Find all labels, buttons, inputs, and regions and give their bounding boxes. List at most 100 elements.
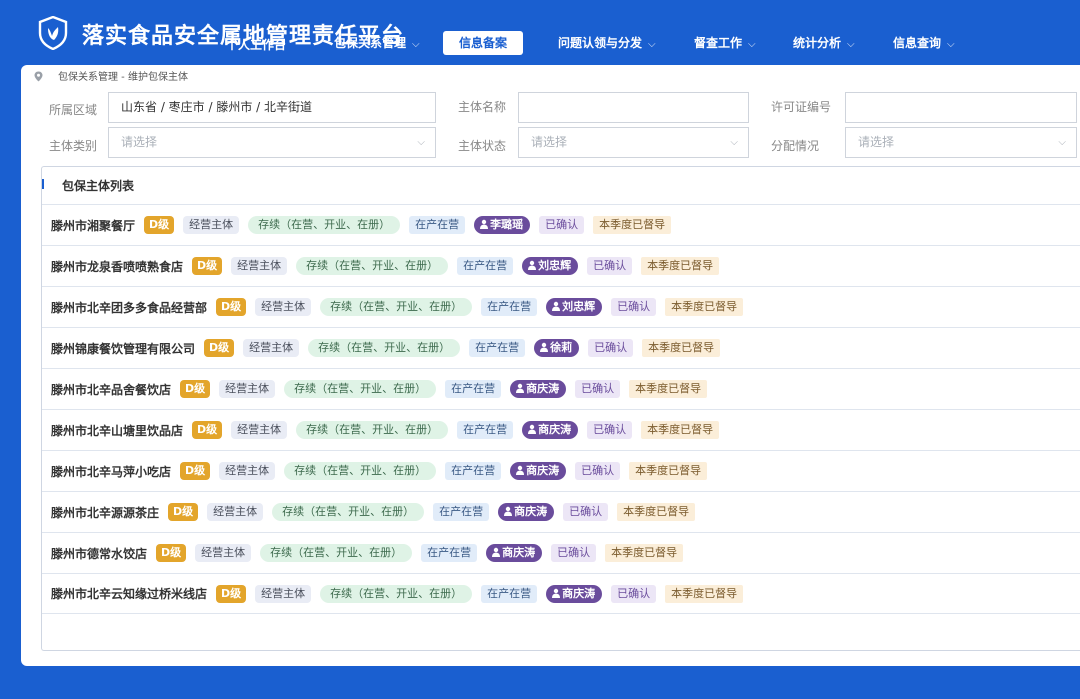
user-icon — [540, 342, 549, 352]
license-number-input[interactable] — [845, 92, 1077, 123]
responsible-person-tag: 商庆涛 — [486, 544, 543, 562]
entity-type-label: 主体类别 — [49, 139, 98, 153]
risk-level-badge: D级 — [180, 462, 211, 480]
entity-name[interactable]: 滕州锦康餐饮管理有限公司 — [51, 340, 195, 357]
risk-level-badge: D级 — [156, 544, 187, 562]
breadcrumb-text: 包保关系管理 - 维护包保主体 — [58, 72, 188, 83]
risk-level-badge: D级 — [204, 339, 235, 357]
chevron-down-icon: ⌵ — [412, 39, 420, 50]
list-item[interactable]: 滕州市德常水饺店 D级 经营主体 存续（在营、开业、在册） 在产在营 商庆涛 已… — [42, 532, 1080, 573]
confirm-status-tag: 已确认 — [575, 380, 621, 398]
entity-type-tag: 经营主体 — [207, 503, 264, 521]
region-label: 所属区域 — [49, 103, 98, 117]
entity-name[interactable]: 滕州市湘聚餐厅 — [51, 217, 135, 234]
entity-name[interactable]: 滕州市北辛团多多食品经营部 — [51, 299, 207, 316]
entity-name[interactable]: 滕州市北辛马萍小吃店 — [51, 463, 171, 480]
nav-item-baobao-relation[interactable]: 包保关系管理 ⌵ — [334, 31, 420, 55]
user-icon — [516, 465, 525, 475]
user-icon — [528, 260, 537, 270]
quarter-supervision-tag: 本季度已督导 — [641, 421, 720, 439]
responsible-person-tag: 商庆涛 — [510, 380, 567, 398]
location-pin-icon — [34, 71, 43, 82]
person-name: 李璐瑶 — [490, 218, 524, 231]
region-cascader[interactable]: 山东省 / 枣庄市 / 滕州市 / 北辛街道 — [108, 92, 436, 123]
responsible-person-tag: 商庆涛 — [498, 503, 555, 521]
list-item[interactable]: 滕州市北辛马萍小吃店 D级 经营主体 存续（在营、开业、在册） 在产在营 商庆涛… — [42, 450, 1080, 491]
entity-type-tag: 经营主体 — [231, 421, 288, 439]
entity-name[interactable]: 滕州市北辛山塘里饮品店 — [51, 422, 183, 439]
production-status-tag: 在产在营 — [481, 298, 538, 316]
entity-status-placeholder: 请选择 — [531, 135, 568, 149]
list-item[interactable]: 滕州市湘聚餐厅 D级 经营主体 存续（在营、开业、在册） 在产在营 李璐瑶 已确… — [42, 204, 1080, 245]
list-item[interactable]: 滕州市龙泉香喷喷熟食店 D级 经营主体 存续（在营、开业、在册） 在产在营 刘忠… — [42, 245, 1080, 286]
confirm-status-tag: 已确认 — [551, 544, 597, 562]
production-status-tag: 在产在营 — [445, 462, 502, 480]
shield-logo-icon — [38, 16, 68, 50]
list-item[interactable]: 滕州市北辛团多多食品经营部 D级 经营主体 存续（在营、开业、在册） 在产在营 … — [42, 286, 1080, 327]
entity-list: 滕州市湘聚餐厅 D级 经营主体 存续（在营、开业、在册） 在产在营 李璐瑶 已确… — [42, 204, 1080, 614]
chevron-down-icon: ⌵ — [648, 39, 656, 50]
assignment-label: 分配情况 — [771, 139, 820, 153]
nav-item-inspection[interactable]: 督查工作 ⌵ — [694, 31, 756, 55]
nav-item-info-filing[interactable]: 信息备案 — [443, 31, 524, 55]
nav-item-issue-claim[interactable]: 问题认领与分发 ⌵ — [558, 31, 656, 55]
confirm-status-tag: 已确认 — [588, 339, 634, 357]
business-status-tag: 存续（在营、开业、在册） — [284, 462, 437, 480]
entity-type-tag: 经营主体 — [243, 339, 300, 357]
list-item[interactable]: 滕州市北辛云知缘过桥米线店 D级 经营主体 存续（在营、开业、在册） 在产在营 … — [42, 573, 1080, 614]
assignment-select[interactable]: 请选择 ⌵ — [845, 127, 1077, 158]
production-status-tag: 在产在营 — [445, 380, 502, 398]
list-item[interactable]: 滕州市北辛源源茶庄 D级 经营主体 存续（在营、开业、在册） 在产在营 商庆涛 … — [42, 491, 1080, 532]
risk-level-badge: D级 — [192, 421, 223, 439]
business-status-tag: 存续（在营、开业、在册） — [248, 216, 401, 234]
confirm-status-tag: 已确认 — [611, 584, 657, 603]
user-icon — [504, 506, 513, 516]
list-item[interactable]: 滕州市北辛山塘里饮品店 D级 经营主体 存续（在营、开业、在册） 在产在营 商庆… — [42, 409, 1080, 450]
list-item[interactable]: 滕州锦康餐饮管理有限公司 D级 经营主体 存续（在营、开业、在册） 在产在营 徐… — [42, 327, 1080, 368]
responsible-person-tag: 李璐瑶 — [474, 216, 531, 234]
entity-list-card: 包保主体列表 滕州市湘聚餐厅 D级 经营主体 存续（在营、开业、在册） 在产在营… — [41, 166, 1080, 651]
business-status-tag: 存续（在营、开业、在册） — [260, 544, 413, 562]
user-icon — [528, 424, 537, 434]
quarter-supervision-tag: 本季度已督导 — [605, 544, 684, 562]
chevron-down-icon: ⌵ — [730, 137, 738, 148]
person-name: 商庆涛 — [526, 382, 560, 395]
entity-type-tag: 经营主体 — [255, 298, 312, 316]
quarter-supervision-tag: 本季度已督导 — [665, 584, 744, 603]
entity-name[interactable]: 滕州市北辛云知缘过桥米线店 — [51, 585, 207, 602]
nav-item-info-query[interactable]: 信息查询 ⌵ — [893, 31, 955, 55]
business-status-tag: 存续（在营、开业、在册） — [284, 380, 437, 398]
user-icon — [480, 219, 489, 229]
quarter-supervision-tag: 本季度已督导 — [593, 216, 672, 234]
production-status-tag: 在产在营 — [433, 503, 490, 521]
person-name: 刘忠辉 — [538, 259, 572, 272]
entity-status-label: 主体状态 — [458, 139, 507, 153]
entity-type-select[interactable]: 请选择 ⌵ — [108, 127, 436, 158]
nav-label: 信息查询 — [893, 36, 942, 50]
entity-name[interactable]: 滕州市北辛源源茶庄 — [51, 504, 159, 521]
nav-item-personal-workspace[interactable]: 个人工作台 — [226, 36, 286, 53]
entity-name-input[interactable] — [518, 92, 749, 123]
list-item[interactable]: 滕州市北辛品舍餐饮店 D级 经营主体 存续（在营、开业、在册） 在产在营 商庆涛… — [42, 368, 1080, 409]
entity-name[interactable]: 滕州市北辛品舍餐饮店 — [51, 381, 171, 398]
entity-name[interactable]: 滕州市龙泉香喷喷熟食店 — [51, 258, 183, 275]
confirm-status-tag: 已确认 — [587, 421, 633, 439]
chevron-down-icon: ⌵ — [1058, 137, 1066, 148]
production-status-tag: 在产在营 — [457, 257, 514, 275]
nav-item-statistics[interactable]: 统计分析 ⌵ — [793, 31, 855, 55]
risk-level-badge: D级 — [192, 257, 223, 275]
license-number-label: 许可证编号 — [771, 100, 832, 114]
risk-level-badge: D级 — [168, 503, 199, 521]
entity-type-tag: 经营主体 — [231, 257, 288, 275]
entity-status-select[interactable]: 请选择 ⌵ — [518, 127, 749, 158]
responsible-person-tag: 商庆涛 — [546, 584, 603, 603]
entity-name[interactable]: 滕州市德常水饺店 — [51, 545, 147, 562]
user-icon — [516, 383, 525, 393]
confirm-status-tag: 已确认 — [563, 503, 609, 521]
entity-type-tag: 经营主体 — [255, 584, 312, 603]
breadcrumb: 包保关系管理 - 维护包保主体 — [33, 70, 188, 86]
entity-type-tag: 经营主体 — [219, 462, 276, 480]
nav-label: 督查工作 — [694, 36, 743, 50]
person-name: 刘忠辉 — [562, 300, 596, 313]
risk-level-badge: D级 — [180, 380, 211, 398]
